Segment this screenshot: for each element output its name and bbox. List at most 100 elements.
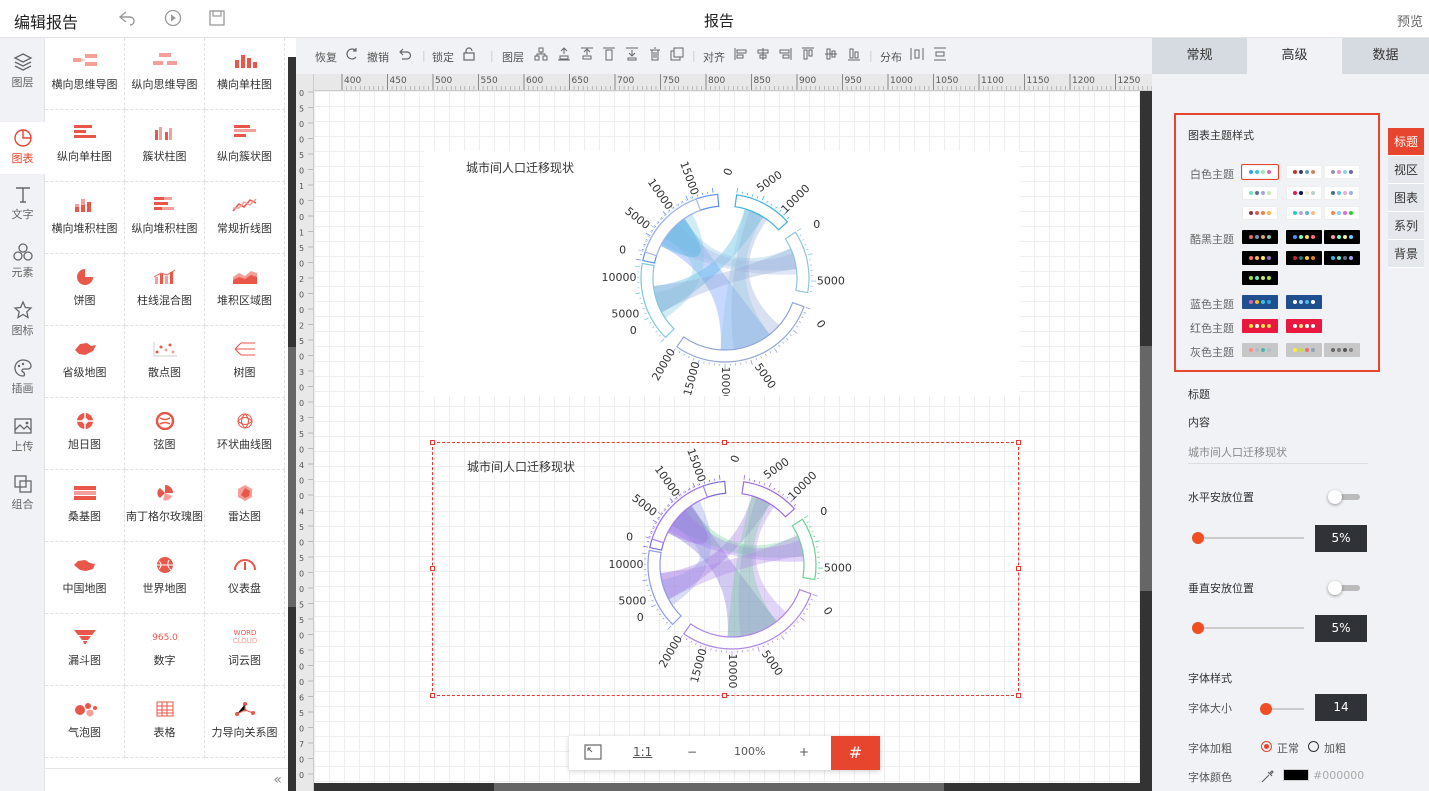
palette-item-number[interactable]: (965.0) 数字: [125, 614, 205, 686]
distribute-horizontal-icon[interactable]: [910, 47, 924, 61]
theme-swatch[interactable]: [1242, 206, 1278, 220]
palette-item-horizontal-bar[interactable]: 横向单柱图: [205, 38, 285, 110]
theme-swatch[interactable]: [1286, 206, 1322, 220]
side-tab-viewport[interactable]: 视区: [1388, 156, 1424, 184]
v-position-slider[interactable]: [1192, 621, 1304, 635]
theme-swatch[interactable]: [1286, 186, 1322, 200]
back-icon[interactable]: [118, 9, 138, 29]
font-color-swatch[interactable]: [1283, 769, 1309, 781]
theme-swatch[interactable]: [1324, 186, 1360, 200]
palette-item-bar-line-combo[interactable]: 柱线混合图: [125, 254, 205, 326]
resize-handle[interactable]: [722, 440, 727, 445]
nav-item-elements[interactable]: 元素: [0, 242, 45, 298]
resize-handle[interactable]: [1016, 440, 1021, 445]
play-icon[interactable]: [164, 9, 184, 29]
layer-group-icon[interactable]: [534, 47, 548, 61]
theme-swatch[interactable]: [1324, 251, 1360, 265]
bring-up-icon[interactable]: [580, 47, 594, 61]
distribute-vertical-icon[interactable]: [933, 47, 947, 61]
align-center-icon[interactable]: [756, 47, 770, 61]
palette-scrollbar[interactable]: [288, 57, 296, 791]
zoom-out-button[interactable]: −: [687, 745, 697, 759]
preview-button[interactable]: 预览: [1397, 11, 1423, 30]
side-tab-series[interactable]: 系列: [1388, 212, 1424, 240]
theme-swatch[interactable]: [1241, 164, 1279, 180]
collapse-icon[interactable]: «: [45, 768, 288, 791]
palette-item-horizontal-mindmap[interactable]: 横向思维导图: [45, 38, 125, 110]
content-input[interactable]: 城市间人口迁移现状: [1188, 444, 1368, 464]
theme-swatch[interactable]: [1286, 343, 1322, 357]
palette-item-horizontal-stacked[interactable]: 横向堆积柱图: [45, 182, 125, 254]
palette-item-stacked-area[interactable]: 堆积区域图: [205, 254, 285, 326]
fit-screen-icon[interactable]: [584, 744, 602, 763]
zoom-in-button[interactable]: +: [799, 745, 809, 759]
theme-swatch[interactable]: [1242, 230, 1278, 244]
palette-item-pie[interactable]: 饼图: [45, 254, 125, 326]
palette-item-vertical-stacked[interactable]: 纵向堆积柱图: [125, 182, 205, 254]
resize-handle[interactable]: [430, 566, 435, 571]
palette-item-vertical-clustered[interactable]: 纵向簇状图: [205, 110, 285, 182]
redo-button[interactable]: 恢复: [315, 49, 337, 65]
side-tab-background[interactable]: 背景: [1388, 240, 1424, 268]
theme-swatch[interactable]: [1324, 165, 1360, 179]
undo-icon[interactable]: [398, 47, 412, 61]
tab-data[interactable]: 数据: [1342, 38, 1429, 74]
palette-item-vertical-mindmap[interactable]: 纵向思维导图: [125, 38, 205, 110]
nav-item-text[interactable]: 文字: [0, 184, 45, 240]
palette-item-chord[interactable]: 弦图: [125, 398, 205, 470]
nav-item-icons[interactable]: 图标: [0, 300, 45, 356]
palette-item-clustered-bar[interactable]: 簇状柱图: [125, 110, 205, 182]
side-tab-title[interactable]: 标题: [1388, 128, 1424, 156]
palette-item-funnel[interactable]: 漏斗图: [45, 614, 125, 686]
palette-item-nightingale-rose[interactable]: 南丁格尔玫瑰图: [125, 470, 205, 542]
h-position-slider[interactable]: [1192, 531, 1304, 545]
h-position-value[interactable]: 5%: [1315, 525, 1367, 552]
nav-item-layers[interactable]: 图层: [0, 52, 45, 108]
resize-handle[interactable]: [722, 693, 727, 698]
eyedropper-icon[interactable]: [1260, 770, 1274, 784]
font-size-value[interactable]: 14: [1315, 694, 1367, 721]
theme-swatch[interactable]: [1242, 186, 1278, 200]
radio-bold[interactable]: [1308, 741, 1319, 752]
theme-swatch[interactable]: [1324, 230, 1360, 244]
palette-item-line[interactable]: 常规折线图: [205, 182, 285, 254]
tab-general[interactable]: 常规: [1152, 38, 1247, 74]
palette-item-tree[interactable]: 树图: [205, 326, 285, 398]
align-bottom-icon[interactable]: [847, 47, 861, 61]
palette-item-province-map[interactable]: 省级地图: [45, 326, 125, 398]
bring-top-icon[interactable]: [557, 47, 571, 61]
canvas-vertical-scrollbar[interactable]: [1140, 91, 1152, 791]
resize-handle[interactable]: [1016, 693, 1021, 698]
palette-item-world-map[interactable]: 世界地图: [125, 542, 205, 614]
theme-swatch[interactable]: [1286, 319, 1322, 333]
theme-swatch[interactable]: [1286, 251, 1322, 265]
align-top-icon[interactable]: [801, 47, 815, 61]
theme-swatch[interactable]: [1242, 343, 1278, 357]
side-tab-chart[interactable]: 图表: [1388, 184, 1424, 212]
theme-swatch[interactable]: [1242, 251, 1278, 265]
palette-item-radar[interactable]: 雷达图: [205, 470, 285, 542]
palette-item-sankey[interactable]: 桑基图: [45, 470, 125, 542]
resize-handle[interactable]: [1016, 566, 1021, 571]
palette-item-sunburst[interactable]: 旭日图: [45, 398, 125, 470]
theme-swatch[interactable]: [1242, 271, 1278, 285]
v-position-value[interactable]: 5%: [1315, 615, 1367, 642]
palette-item-bubble[interactable]: 气泡图: [45, 686, 125, 758]
palette-item-gauge[interactable]: 仪表盘: [205, 542, 285, 614]
theme-swatch[interactable]: [1286, 230, 1322, 244]
nav-item-charts[interactable]: 图表: [0, 122, 45, 174]
palette-item-word-cloud[interactable]: WORD CLOUD 词云图: [205, 614, 285, 686]
undo-button[interactable]: 撤销: [367, 49, 389, 65]
nav-item-upload[interactable]: 上传: [0, 416, 45, 472]
theme-swatch[interactable]: [1324, 206, 1360, 220]
nav-item-combine[interactable]: 组合: [0, 474, 45, 530]
save-icon[interactable]: [208, 9, 228, 29]
redo-icon[interactable]: [344, 47, 358, 61]
align-left-icon[interactable]: [734, 47, 748, 61]
font-color-value[interactable]: #000000: [1313, 769, 1364, 782]
palette-item-china-map[interactable]: 中国地图: [45, 542, 125, 614]
palette-item-vertical-bar[interactable]: 纵向单柱图: [45, 110, 125, 182]
canvas-horizontal-scrollbar[interactable]: [314, 783, 1140, 791]
palette-item-force-graph[interactable]: 力导向关系图: [205, 686, 285, 758]
chord-chart-2-selected[interactable]: 城市间人口迁移现状 15000 10000 5000 0 10000 5000 0 0 5000…: [430, 440, 1021, 698]
